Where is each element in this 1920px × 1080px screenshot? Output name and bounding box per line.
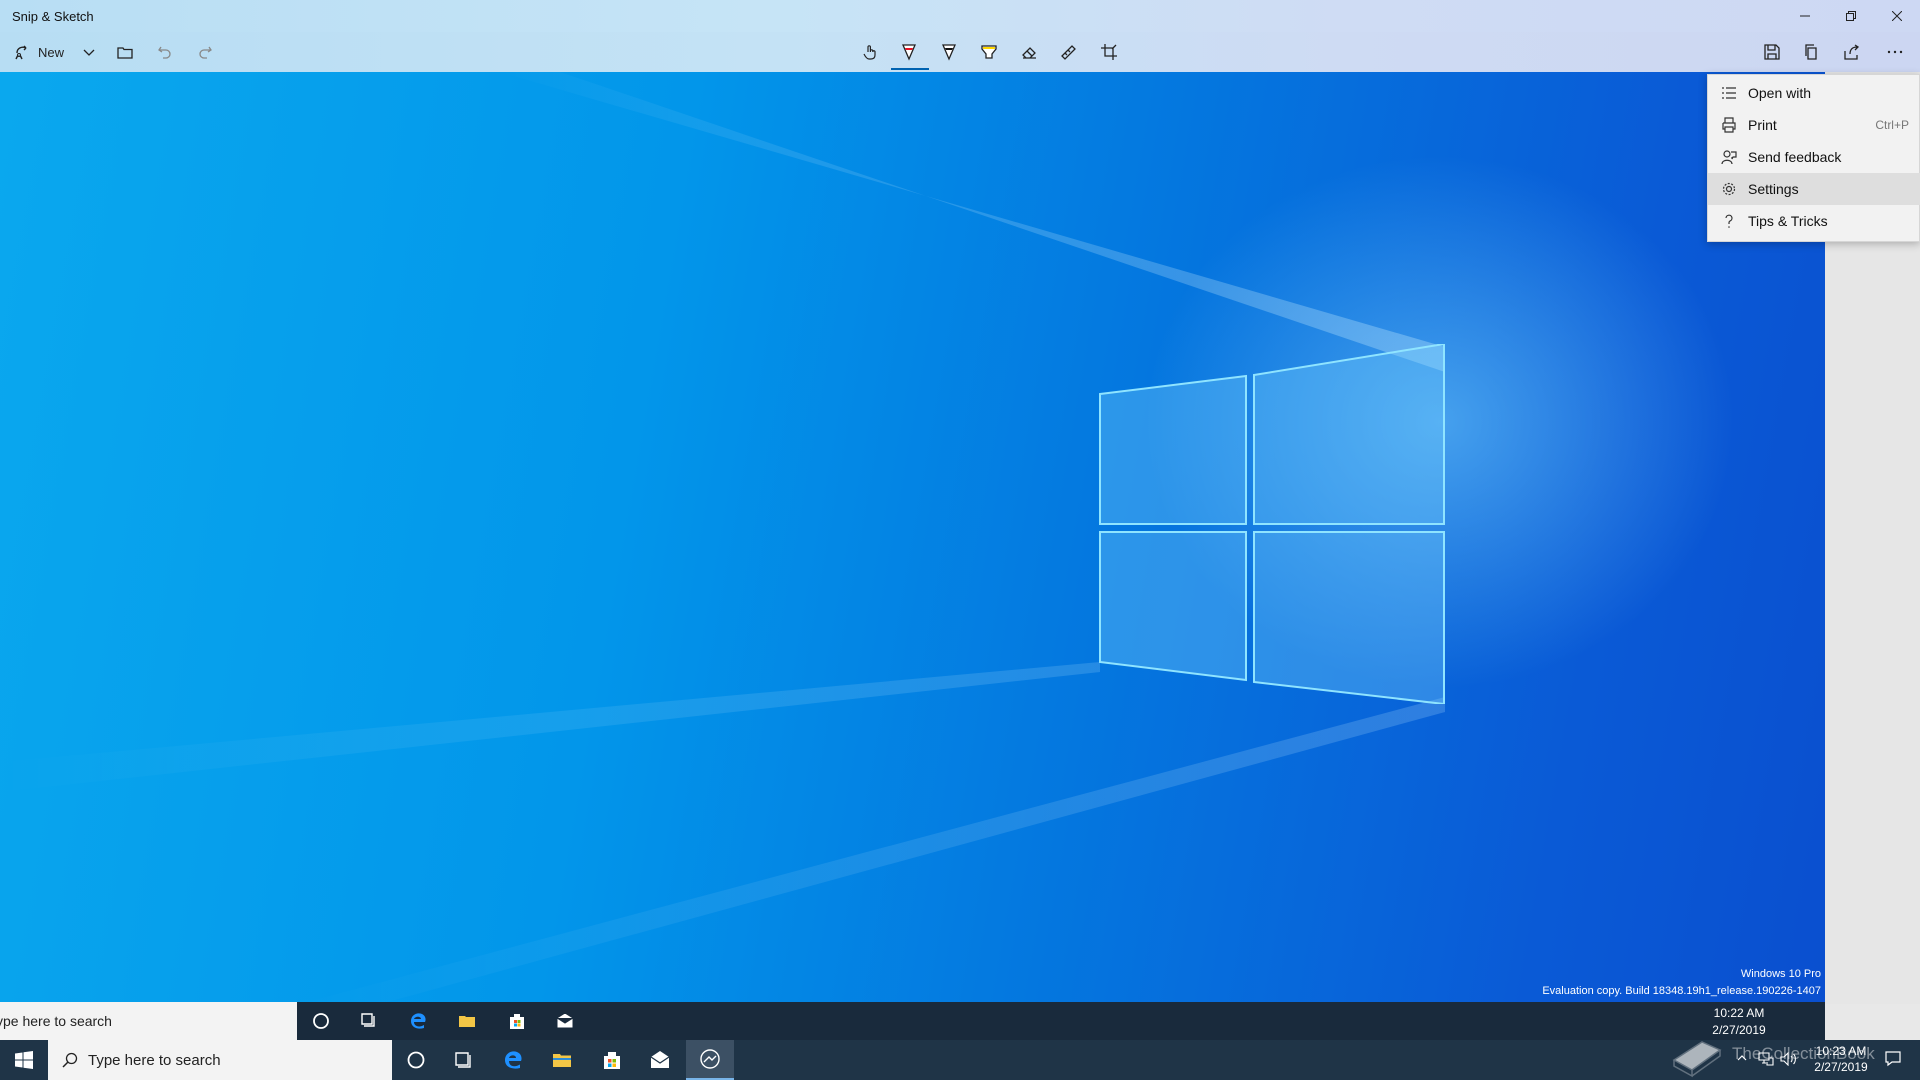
- captured-explorer-icon: [454, 1008, 480, 1034]
- undo-button[interactable]: [150, 36, 180, 68]
- snip-sketch-taskbar-button[interactable]: [686, 1040, 734, 1080]
- book-logo-watermark: [1672, 1041, 1722, 1078]
- folder-icon: [553, 1054, 571, 1067]
- save-icon: [1764, 44, 1780, 60]
- edge-icon: [505, 1051, 522, 1069]
- new-dropdown-button[interactable]: [78, 36, 100, 68]
- gear-icon: [1720, 180, 1738, 198]
- app-title: Snip & Sketch: [12, 9, 94, 24]
- restore-button[interactable]: [1828, 0, 1874, 32]
- restore-icon: [1846, 11, 1856, 21]
- store-icon: [604, 1052, 620, 1069]
- search-placeholder: Type here to search: [88, 1051, 221, 1069]
- windows-start-icon: [15, 1051, 33, 1069]
- ballpoint-pen-icon: [902, 44, 916, 61]
- open-with-icon: [1720, 84, 1738, 102]
- mail-icon: [650, 1051, 670, 1068]
- menu-item-label: Tips & Tricks: [1748, 213, 1828, 229]
- highlighter-icon: [981, 45, 997, 59]
- save-button[interactable]: [1756, 36, 1788, 68]
- ballpoint-pen-button[interactable]: [891, 36, 929, 70]
- ruler-icon: [1061, 45, 1076, 60]
- close-button[interactable]: [1874, 0, 1920, 32]
- toolbar: New: [0, 32, 1920, 72]
- store-taskbar-button[interactable]: [588, 1040, 636, 1080]
- crop-button[interactable]: [1092, 36, 1126, 68]
- captured-search-text: ype here to search: [0, 1013, 112, 1029]
- menu-item-label: Print: [1748, 117, 1777, 133]
- menu-item-print[interactable]: Print Ctrl+P: [1708, 109, 1920, 141]
- redo-icon: [199, 46, 212, 59]
- menu-item-label: Open with: [1748, 85, 1812, 101]
- share-button[interactable]: [1836, 36, 1868, 68]
- captured-taskview-icon: [356, 1008, 382, 1034]
- snip-sketch-icon: [700, 1049, 720, 1069]
- captured-search-box: ype here to search: [0, 1002, 297, 1040]
- more-options-menu: Open with Print Ctrl+P Send feedback Set…: [1707, 74, 1920, 242]
- collection-book-watermark: TheCollectionBook: [1732, 1044, 1875, 1063]
- undo-icon: [158, 46, 171, 59]
- more-icon: [1887, 50, 1903, 54]
- minimize-icon: [1800, 15, 1810, 17]
- touch-writing-button[interactable]: [853, 36, 887, 68]
- file-explorer-taskbar-button[interactable]: [538, 1040, 586, 1080]
- highlighter-button[interactable]: [972, 36, 1006, 68]
- windows-edition-watermark: Windows 10 Pro: [1740, 968, 1821, 980]
- start-button[interactable]: [0, 1040, 48, 1080]
- ruler-button[interactable]: [1052, 36, 1086, 68]
- windows-taskbar: Type here to search 10:23 AM 2/27/2019: [0, 1040, 1920, 1080]
- crop-icon: [1101, 44, 1117, 60]
- task-view-icon: [455, 1052, 471, 1068]
- new-snip-button[interactable]: New: [8, 36, 70, 68]
- copy-button[interactable]: [1796, 36, 1828, 68]
- taskbar-search-box[interactable]: Type here to search: [48, 1040, 392, 1080]
- print-icon: [1720, 116, 1738, 134]
- captured-edge-icon: [406, 1008, 432, 1034]
- task-view-button[interactable]: [440, 1040, 488, 1080]
- new-snip-icon: [15, 45, 27, 60]
- captured-cortana-icon: [308, 1008, 334, 1034]
- feedback-icon: [1720, 148, 1738, 166]
- redo-button[interactable]: [190, 36, 220, 68]
- new-label: New: [37, 44, 64, 60]
- notification-icon: [1885, 1051, 1901, 1067]
- menu-item-tips-tricks[interactable]: Tips & Tricks: [1708, 205, 1920, 237]
- menu-item-label: Send feedback: [1748, 149, 1842, 165]
- snip-canvas[interactable]: Windows 10 Pro Evaluation copy. Build 18…: [0, 72, 1825, 1004]
- menu-item-label: Settings: [1748, 181, 1799, 197]
- cortana-button[interactable]: [392, 1040, 440, 1080]
- captured-store-icon: [504, 1008, 530, 1034]
- pencil-button[interactable]: [932, 36, 966, 68]
- close-icon: [1892, 11, 1902, 21]
- menu-item-open-with[interactable]: Open with: [1708, 77, 1920, 109]
- action-center-button[interactable]: [1884, 1050, 1902, 1071]
- mail-taskbar-button[interactable]: [636, 1040, 684, 1080]
- touch-writing-icon: [863, 45, 876, 60]
- menu-item-send-feedback[interactable]: Send feedback: [1708, 141, 1920, 173]
- question-icon: [1720, 212, 1738, 230]
- edge-taskbar-button[interactable]: [490, 1040, 538, 1080]
- eraser-button[interactable]: [1012, 36, 1046, 68]
- eraser-icon: [1022, 47, 1036, 59]
- copy-icon: [1805, 44, 1817, 60]
- print-shortcut: Ctrl+P: [1875, 118, 1909, 132]
- captured-mail-icon: [552, 1008, 578, 1034]
- share-icon: [1844, 44, 1860, 60]
- snip-sketch-window: Snip & Sketch New Windows 10 Pro Evaluat…: [0, 0, 1920, 1004]
- windows-logo-wallpaper: [1099, 344, 1445, 704]
- more-options-button[interactable]: [1878, 36, 1912, 68]
- chevron-down-icon: [83, 49, 95, 56]
- pencil-icon: [942, 44, 956, 61]
- title-bar: Snip & Sketch: [0, 0, 1920, 32]
- minimize-button[interactable]: [1782, 0, 1828, 32]
- search-icon: [62, 1052, 78, 1068]
- folder-icon: [117, 47, 133, 59]
- wallpaper-light-beams: [0, 72, 1445, 1004]
- open-file-button[interactable]: [110, 36, 140, 68]
- menu-item-settings[interactable]: Settings: [1708, 173, 1920, 205]
- captured-time: 10:22 AM: [1713, 1006, 1765, 1020]
- cortana-icon: [407, 1051, 425, 1069]
- build-watermark: Evaluation copy. Build 18348.19h1_releas…: [1542, 985, 1821, 997]
